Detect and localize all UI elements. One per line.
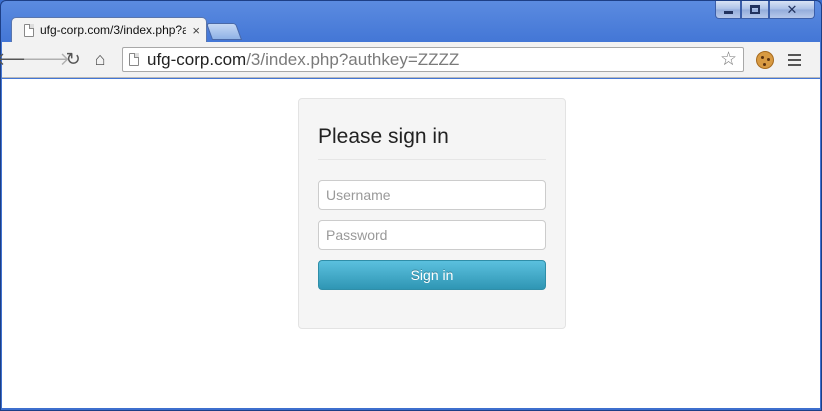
- tab-close-button[interactable]: ×: [192, 23, 200, 38]
- minimize-icon: [723, 11, 733, 14]
- home-icon: ⌂: [94, 49, 106, 69]
- close-icon: ✕: [786, 2, 798, 17]
- cookie-icon[interactable]: [756, 50, 774, 69]
- signin-form: Please sign in Sign in: [298, 98, 566, 329]
- url-host: ufg-corp.com: [147, 49, 247, 69]
- new-tab-button[interactable]: [205, 23, 243, 40]
- forward-button[interactable]: 🡒: [22, 48, 70, 72]
- tab-title: ufg-corp.com/3/index.php?a: [40, 23, 187, 37]
- password-input[interactable]: [318, 220, 546, 250]
- signin-button[interactable]: Sign in: [318, 260, 546, 290]
- browser-toolbar: 🡐 🡒 ↻ ⌂ ufg-corp.com/3/index.php?authkey…: [0, 42, 820, 78]
- page-icon: [24, 23, 34, 37]
- minimize-button[interactable]: [715, 1, 741, 19]
- browser-window: ✕ ufg-corp.com/3/index.php?a × 🡐 🡒 ↻ ⌂ u…: [0, 0, 822, 411]
- maximize-button[interactable]: [741, 1, 769, 19]
- url-path: /3/index.php?authkey=ZZZZ: [246, 49, 460, 69]
- home-button[interactable]: ⌂: [89, 48, 111, 72]
- reload-button[interactable]: ↻: [62, 48, 84, 72]
- window-close-button[interactable]: ✕: [769, 1, 815, 19]
- browser-tab[interactable]: ufg-corp.com/3/index.php?a ×: [11, 17, 207, 42]
- page-icon: [129, 53, 139, 66]
- star-icon[interactable]: ☆: [720, 48, 737, 71]
- form-heading: Please sign in: [318, 125, 546, 160]
- address-bar[interactable]: ufg-corp.com/3/index.php?authkey=ZZZZ ☆: [122, 47, 744, 72]
- page-content: Please sign in Sign in: [2, 79, 820, 408]
- window-caption-buttons: ✕: [715, 1, 815, 20]
- maximize-icon: [750, 5, 760, 14]
- reload-icon: ↻: [65, 49, 81, 69]
- username-input[interactable]: [318, 180, 546, 210]
- menu-icon[interactable]: [788, 53, 801, 66]
